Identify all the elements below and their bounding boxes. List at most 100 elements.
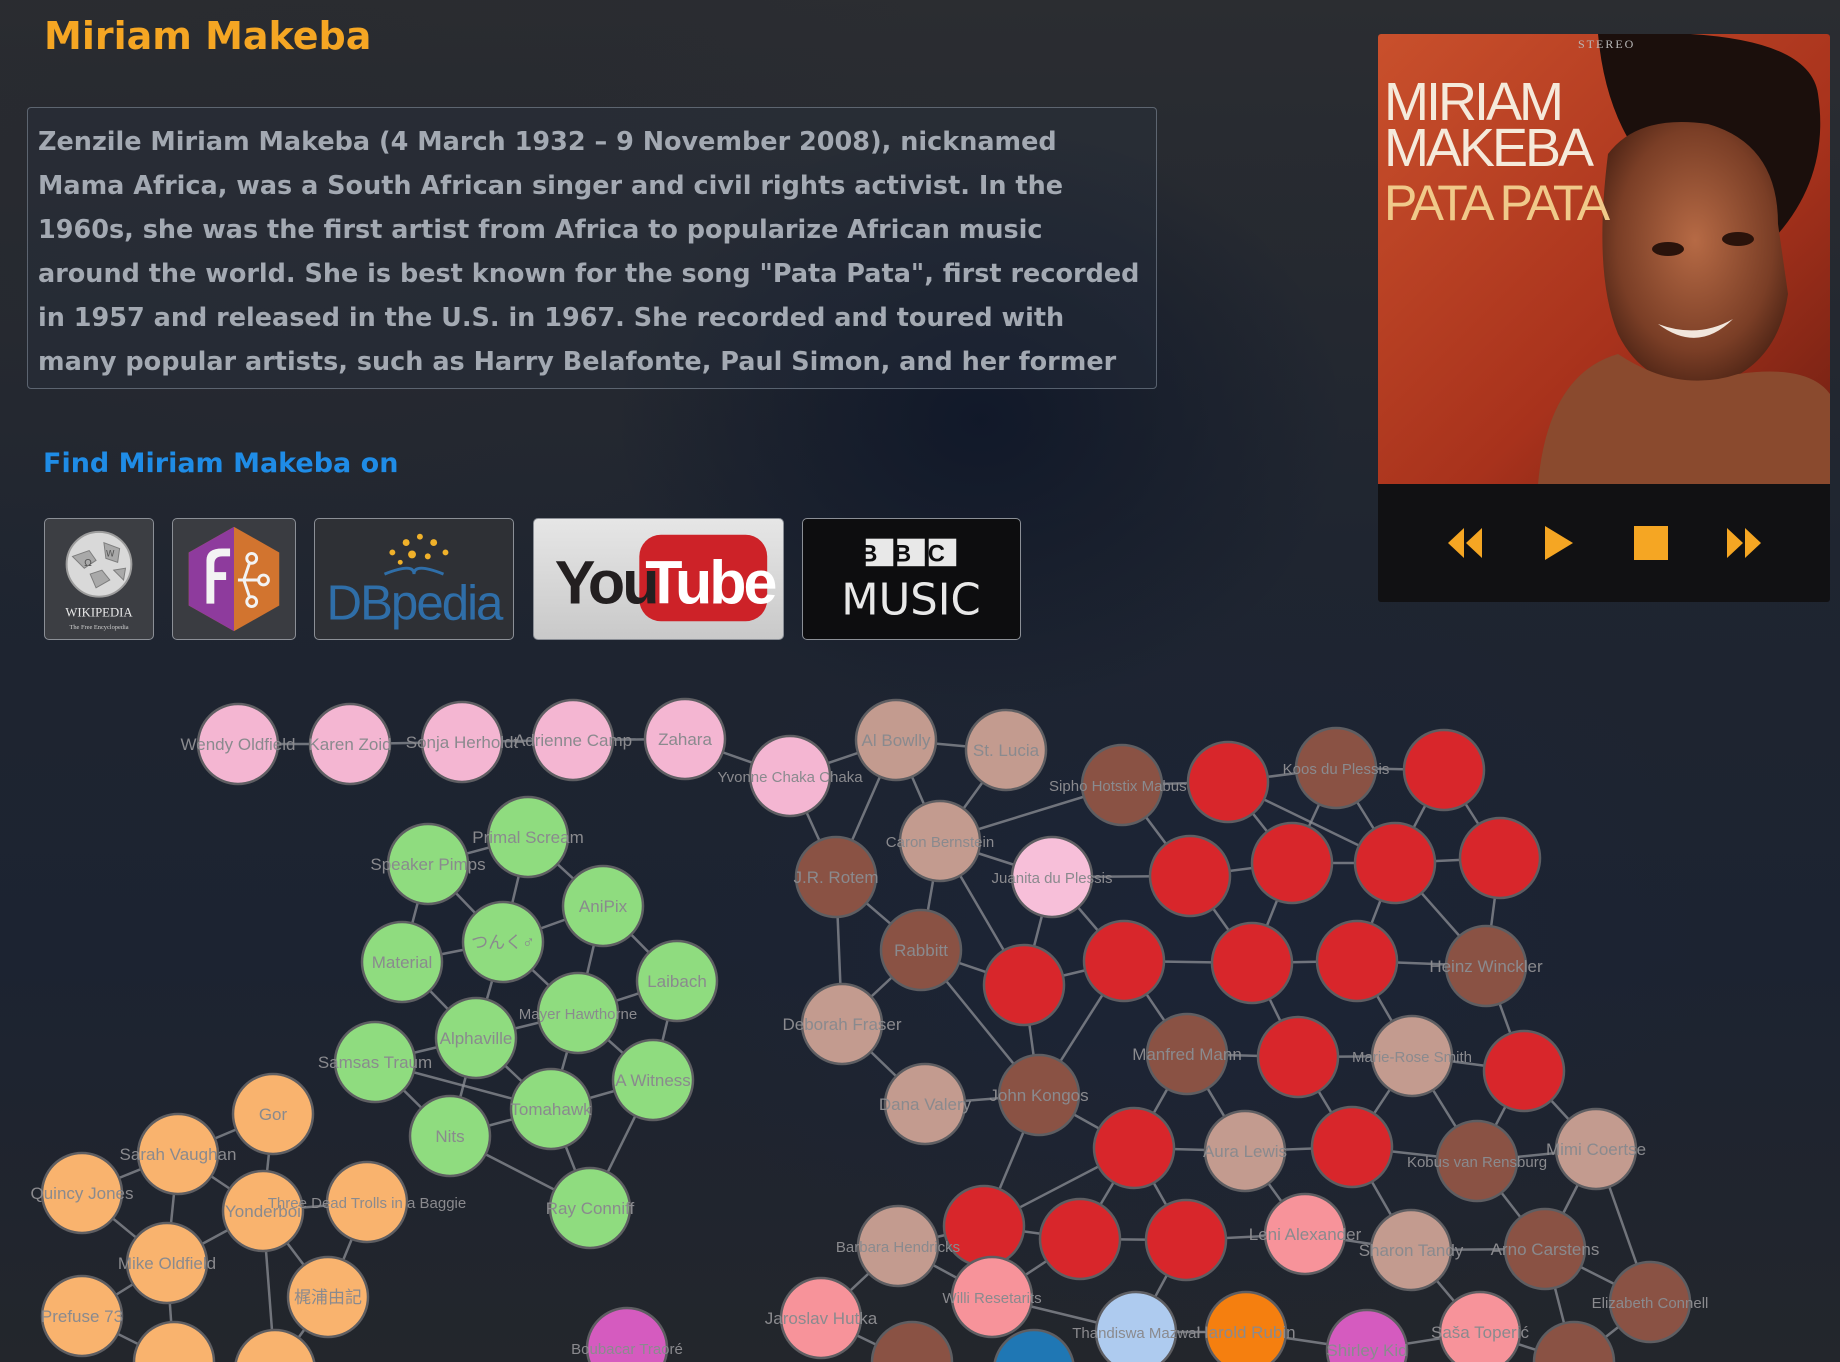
artist-node-circle[interactable] <box>1315 919 1399 1003</box>
artist-node-witness[interactable]: A Witness <box>611 1038 695 1122</box>
artist-node-ray[interactable]: Ray Conniff <box>546 1166 635 1250</box>
artist-node-laibach[interactable]: Laibach <box>635 939 719 1023</box>
artist-node-r4[interactable] <box>1250 821 1334 905</box>
artist-node-albowlly[interactable]: Al Bowlly <box>854 698 938 782</box>
artist-node-circle[interactable] <box>1148 834 1232 918</box>
artist-node-circle[interactable] <box>1144 1198 1228 1282</box>
artist-node-adrienne[interactable]: Adrienne Camp <box>514 698 632 782</box>
artist-node-harold[interactable]: Harold Rubin <box>1196 1290 1296 1362</box>
artist-node-hwinckler[interactable]: Heinz Winckler <box>1429 924 1543 1008</box>
artist-node-sipho[interactable]: Sipho Hotstix Mabuse <box>1049 743 1195 827</box>
artist-node-hawthorne[interactable]: Mayer Hawthorne <box>519 971 637 1055</box>
artist-node-tsunku[interactable]: つんく♂ <box>461 900 545 984</box>
artist-node-r17[interactable] <box>1144 1198 1228 1282</box>
artist-node-r9[interactable] <box>1210 921 1294 1005</box>
artist-node-r5[interactable] <box>1353 821 1437 905</box>
artist-node-rabbitt[interactable]: Rabbitt <box>879 908 963 992</box>
artist-node-r2[interactable] <box>1402 728 1486 812</box>
artist-node-circle[interactable] <box>1458 816 1542 900</box>
artist-node-circle[interactable] <box>1402 728 1486 812</box>
artist-node-manfred[interactable]: Manfred Mann <box>1132 1012 1242 1096</box>
artist-node-marierose[interactable]: Marie-Rose Smith <box>1352 1014 1472 1098</box>
artist-node-circle[interactable] <box>1310 1105 1394 1189</box>
artist-node-elizabeth[interactable]: Elizabeth Connell <box>1592 1260 1709 1344</box>
artist-node-circle[interactable] <box>1186 740 1270 824</box>
artist-node-r11[interactable] <box>1256 1015 1340 1099</box>
artist-node-anipix[interactable]: AniPix <box>561 864 645 948</box>
artist-node-b1[interactable] <box>870 1320 954 1362</box>
youtube-link[interactable]: You Tube <box>533 518 784 640</box>
artist-node-prefuse[interactable]: Prefuse 73 <box>40 1274 124 1358</box>
rewind-icon[interactable] <box>1444 522 1486 564</box>
artist-node-r10[interactable] <box>1315 919 1399 1003</box>
play-icon[interactable] <box>1537 522 1579 564</box>
artist-node-willi[interactable]: Willi Resetarits <box>942 1255 1042 1339</box>
artist-node-circle[interactable] <box>1353 821 1437 905</box>
artist-node-sonja[interactable]: Sonja Herholdt <box>406 700 519 784</box>
artist-node-samsas[interactable]: Samsas Traum <box>318 1020 432 1104</box>
wikipedia-link[interactable]: Ω W WIKIPEDIA The Free Encyclopedia <box>44 518 154 640</box>
artist-node-kobus[interactable]: Kobus van Rensburg <box>1407 1119 1547 1203</box>
artist-node-b2[interactable] <box>1532 1320 1616 1362</box>
artist-node-circle[interactable] <box>1256 1015 1340 1099</box>
artist-node-circle[interactable] <box>1092 1106 1176 1190</box>
artist-node-sharon[interactable]: Sharon Tandy <box>1359 1208 1464 1292</box>
artist-node-quincy[interactable]: Quincy Jones <box>31 1151 134 1235</box>
artist-node-circle[interactable] <box>1210 921 1294 1005</box>
artist-node-auralewis[interactable]: Aura Lewis <box>1203 1109 1287 1193</box>
bbc-music-link[interactable]: BBC MUSIC <box>802 518 1021 640</box>
artist-node-jrrotem[interactable]: J.R. Rotem <box>793 835 879 919</box>
artist-node-material[interactable]: Material <box>360 920 444 1004</box>
artist-node-r3[interactable] <box>1148 834 1232 918</box>
artist-node-zahara[interactable]: Zahara <box>643 697 727 781</box>
stop-icon[interactable] <box>1630 522 1672 564</box>
artist-node-o2[interactable] <box>234 1328 316 1362</box>
artist-node-kajiura[interactable]: 梶浦由記 <box>286 1255 370 1339</box>
artist-node-koos[interactable]: Koos du Plessis <box>1283 726 1390 810</box>
artist-node-r7[interactable] <box>982 943 1066 1027</box>
artist-node-tomahawk[interactable]: Tomahawk <box>509 1067 593 1151</box>
artist-node-barbara[interactable]: Barbara Hendricks <box>836 1204 960 1288</box>
artist-node-r8[interactable] <box>1082 919 1166 1003</box>
artist-node-r13[interactable] <box>1092 1106 1176 1190</box>
artist-node-karen[interactable]: Karen Zoid <box>308 702 392 786</box>
artist-node-circle[interactable] <box>132 1320 216 1362</box>
artist-node-boubacar[interactable]: Boubacar Traoré <box>571 1306 683 1362</box>
artist-node-r12[interactable] <box>1482 1029 1566 1113</box>
artist-node-gor[interactable]: Gor <box>231 1072 315 1156</box>
artist-node-dana[interactable]: Dana Valery <box>879 1062 972 1146</box>
artist-node-circle[interactable] <box>234 1328 316 1362</box>
artist-node-circle[interactable] <box>1532 1320 1616 1362</box>
artist-node-circle[interactable] <box>1250 821 1334 905</box>
artist-node-nits[interactable]: Nits <box>408 1094 492 1178</box>
artist-node-deborah[interactable]: Deborah Fraser <box>782 982 902 1066</box>
artist-node-circle[interactable] <box>1082 919 1166 1003</box>
artist-node-caron[interactable]: Caron Bernstein <box>886 799 994 883</box>
artist-node-o1[interactable] <box>132 1320 216 1362</box>
dbpedia-link[interactable]: DBpedia <box>314 518 514 640</box>
artist-node-mimi[interactable]: Mimi Coertse <box>1546 1107 1646 1191</box>
related-artists-graph[interactable]: Wendy Oldfield Karen Zoid Sonja HerholdtAd… <box>0 680 1840 1362</box>
artist-node-johnkongos[interactable]: John Kongos <box>989 1053 1089 1137</box>
artist-node-circle[interactable] <box>982 943 1066 1027</box>
artist-node-r16[interactable] <box>1038 1197 1122 1281</box>
artist-node-yvonne[interactable]: Yvonne Chaka Chaka <box>717 734 863 818</box>
artist-node-juanita[interactable]: Juanita du Plessis <box>992 835 1113 919</box>
artist-node-circle[interactable] <box>1038 1197 1122 1281</box>
artist-node-shirley[interactable]: Shirley Kid <box>1325 1308 1409 1362</box>
artist-node-speaker[interactable]: Speaker Pimps <box>370 822 486 906</box>
artist-node-jaroslav[interactable]: Jaroslav Hutka <box>765 1276 878 1360</box>
artist-node-circle[interactable] <box>870 1320 954 1362</box>
artist-node-wendy[interactable]: Wendy Oldfield <box>181 702 296 786</box>
artist-node-arno[interactable]: Arno Carstens <box>1491 1207 1600 1291</box>
artist-node-alphaville[interactable]: Alphaville <box>434 996 518 1080</box>
artist-node-leni[interactable]: Leni Alexander <box>1249 1192 1362 1276</box>
artist-node-sasa[interactable]: Saša Toperić <box>1431 1290 1529 1362</box>
fast-forward-icon[interactable] <box>1723 522 1765 564</box>
music-ontology-link[interactable] <box>172 518 296 640</box>
artist-node-primal[interactable]: Primal Scream <box>472 795 584 879</box>
artist-node-stlucia[interactable]: St. Lucia <box>964 708 1048 792</box>
artist-node-circle[interactable] <box>1482 1029 1566 1113</box>
artist-node-r6[interactable] <box>1458 816 1542 900</box>
artist-node-r1[interactable] <box>1186 740 1270 824</box>
